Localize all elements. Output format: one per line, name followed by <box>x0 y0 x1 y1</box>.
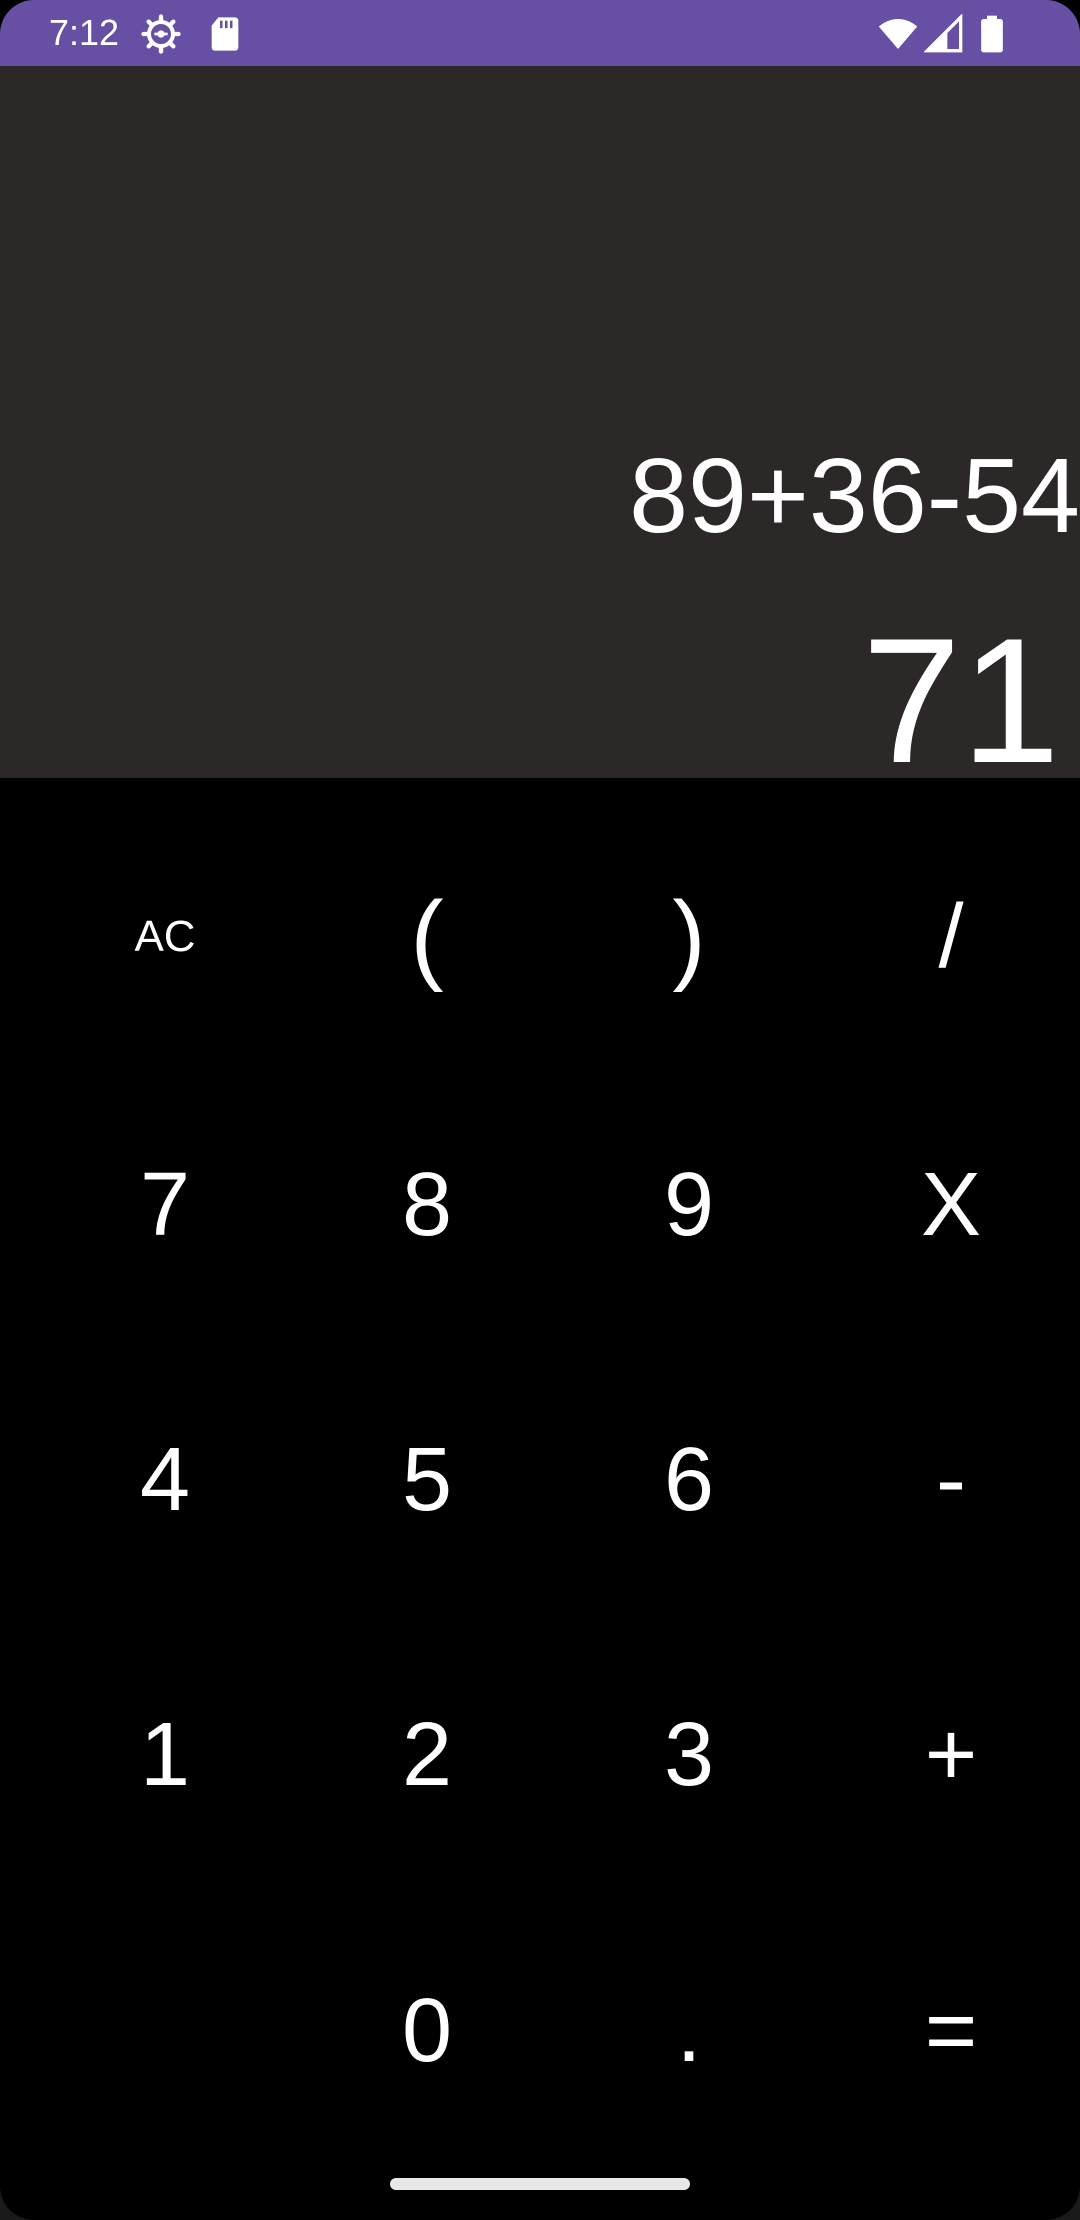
two-button[interactable]: 2 <box>296 1620 558 1890</box>
open-paren-button[interactable]: ( <box>296 802 558 1072</box>
multiply-button[interactable]: X <box>820 1070 1080 1340</box>
four-button[interactable]: 4 <box>34 1345 296 1615</box>
three-button[interactable]: 3 <box>558 1620 820 1890</box>
eight-button[interactable]: 8 <box>296 1070 558 1340</box>
seven-button[interactable]: 7 <box>34 1070 296 1340</box>
five-button[interactable]: 5 <box>296 1345 558 1615</box>
wifi-icon <box>878 14 918 54</box>
minus-button[interactable]: - <box>820 1345 1080 1615</box>
battery-icon <box>972 14 1012 54</box>
divide-button[interactable]: / <box>820 802 1080 1072</box>
expression-text: 89+36-54 <box>629 437 1080 555</box>
ac-button[interactable]: AC <box>34 802 296 1072</box>
status-time: 7:12 <box>49 12 120 53</box>
close-paren-button[interactable]: ) <box>558 802 820 1072</box>
zero-button[interactable]: 0 <box>296 1896 558 2166</box>
settings-gear-icon <box>141 14 181 54</box>
nine-button[interactable]: 9 <box>558 1070 820 1340</box>
six-button[interactable]: 6 <box>558 1345 820 1615</box>
cell-signal-icon <box>924 14 964 54</box>
keypad: AC ( ) / 7 8 9 X 4 5 6 - 1 2 3 + 0 . = <box>0 778 1080 2220</box>
home-indicator[interactable] <box>390 2178 690 2190</box>
one-button[interactable]: 1 <box>34 1620 296 1890</box>
plus-button[interactable]: + <box>820 1620 1080 1890</box>
decimal-button[interactable]: . <box>558 1896 820 2166</box>
sd-card-icon <box>205 14 245 54</box>
status-bar: 7:12 <box>0 0 1080 66</box>
equals-button[interactable]: = <box>820 1896 1080 2166</box>
calculator-display: 89+36-54 71 <box>0 66 1080 800</box>
